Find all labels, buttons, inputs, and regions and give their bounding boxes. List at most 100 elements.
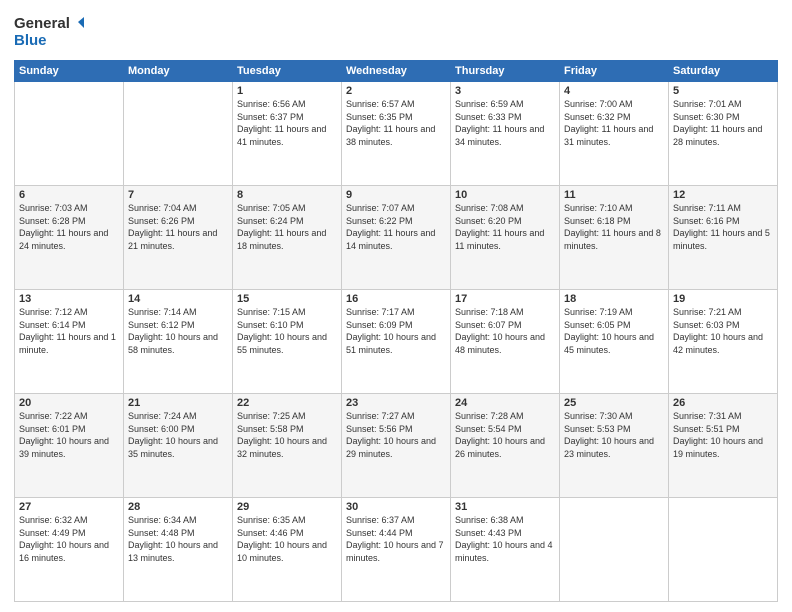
day-number: 4 [564, 85, 664, 97]
day-number: 31 [455, 501, 555, 513]
day-number: 28 [128, 501, 228, 513]
calendar-cell: 14Sunrise: 7:14 AMSunset: 6:12 PMDayligh… [124, 290, 233, 394]
day-info: Sunrise: 6:35 AMSunset: 4:46 PMDaylight:… [237, 514, 337, 564]
calendar-cell: 22Sunrise: 7:25 AMSunset: 5:58 PMDayligh… [233, 394, 342, 498]
day-number: 15 [237, 293, 337, 305]
day-info: Sunrise: 6:32 AMSunset: 4:49 PMDaylight:… [19, 514, 119, 564]
calendar-cell: 9Sunrise: 7:07 AMSunset: 6:22 PMDaylight… [342, 186, 451, 290]
calendar-cell: 5Sunrise: 7:01 AMSunset: 6:30 PMDaylight… [669, 82, 778, 186]
day-info: Sunrise: 7:04 AMSunset: 6:26 PMDaylight:… [128, 202, 228, 252]
day-info: Sunrise: 7:30 AMSunset: 5:53 PMDaylight:… [564, 410, 664, 460]
calendar-table: SundayMondayTuesdayWednesdayThursdayFrid… [14, 60, 778, 602]
logo-svg: General Blue [14, 12, 84, 52]
calendar-cell: 12Sunrise: 7:11 AMSunset: 6:16 PMDayligh… [669, 186, 778, 290]
weekday-header: Monday [124, 61, 233, 82]
calendar-week-row: 27Sunrise: 6:32 AMSunset: 4:49 PMDayligh… [15, 498, 778, 602]
calendar-cell: 3Sunrise: 6:59 AMSunset: 6:33 PMDaylight… [451, 82, 560, 186]
calendar-week-row: 1Sunrise: 6:56 AMSunset: 6:37 PMDaylight… [15, 82, 778, 186]
calendar-week-row: 20Sunrise: 7:22 AMSunset: 6:01 PMDayligh… [15, 394, 778, 498]
day-number: 29 [237, 501, 337, 513]
day-number: 13 [19, 293, 119, 305]
day-info: Sunrise: 7:01 AMSunset: 6:30 PMDaylight:… [673, 98, 773, 148]
day-number: 16 [346, 293, 446, 305]
day-info: Sunrise: 7:07 AMSunset: 6:22 PMDaylight:… [346, 202, 446, 252]
calendar-cell: 29Sunrise: 6:35 AMSunset: 4:46 PMDayligh… [233, 498, 342, 602]
calendar-cell: 20Sunrise: 7:22 AMSunset: 6:01 PMDayligh… [15, 394, 124, 498]
day-info: Sunrise: 6:34 AMSunset: 4:48 PMDaylight:… [128, 514, 228, 564]
calendar-week-row: 6Sunrise: 7:03 AMSunset: 6:28 PMDaylight… [15, 186, 778, 290]
day-info: Sunrise: 7:27 AMSunset: 5:56 PMDaylight:… [346, 410, 446, 460]
day-number: 12 [673, 189, 773, 201]
day-number: 20 [19, 397, 119, 409]
day-number: 30 [346, 501, 446, 513]
day-info: Sunrise: 7:14 AMSunset: 6:12 PMDaylight:… [128, 306, 228, 356]
day-info: Sunrise: 7:25 AMSunset: 5:58 PMDaylight:… [237, 410, 337, 460]
day-number: 10 [455, 189, 555, 201]
day-info: Sunrise: 6:57 AMSunset: 6:35 PMDaylight:… [346, 98, 446, 148]
day-info: Sunrise: 7:21 AMSunset: 6:03 PMDaylight:… [673, 306, 773, 356]
day-info: Sunrise: 7:00 AMSunset: 6:32 PMDaylight:… [564, 98, 664, 148]
calendar-cell: 19Sunrise: 7:21 AMSunset: 6:03 PMDayligh… [669, 290, 778, 394]
weekday-header: Wednesday [342, 61, 451, 82]
day-info: Sunrise: 7:03 AMSunset: 6:28 PMDaylight:… [19, 202, 119, 252]
calendar-cell: 31Sunrise: 6:38 AMSunset: 4:43 PMDayligh… [451, 498, 560, 602]
day-number: 27 [19, 501, 119, 513]
calendar-cell [669, 498, 778, 602]
calendar-cell: 10Sunrise: 7:08 AMSunset: 6:20 PMDayligh… [451, 186, 560, 290]
day-number: 14 [128, 293, 228, 305]
day-info: Sunrise: 7:22 AMSunset: 6:01 PMDaylight:… [19, 410, 119, 460]
calendar-cell: 16Sunrise: 7:17 AMSunset: 6:09 PMDayligh… [342, 290, 451, 394]
day-number: 22 [237, 397, 337, 409]
day-info: Sunrise: 6:38 AMSunset: 4:43 PMDaylight:… [455, 514, 555, 564]
calendar-cell: 2Sunrise: 6:57 AMSunset: 6:35 PMDaylight… [342, 82, 451, 186]
calendar-cell: 13Sunrise: 7:12 AMSunset: 6:14 PMDayligh… [15, 290, 124, 394]
page-container: General Blue SundayMondayTuesdayWednesda… [0, 0, 792, 612]
weekday-header: Friday [560, 61, 669, 82]
calendar-cell: 28Sunrise: 6:34 AMSunset: 4:48 PMDayligh… [124, 498, 233, 602]
day-info: Sunrise: 7:15 AMSunset: 6:10 PMDaylight:… [237, 306, 337, 356]
calendar-week-row: 13Sunrise: 7:12 AMSunset: 6:14 PMDayligh… [15, 290, 778, 394]
calendar-cell: 8Sunrise: 7:05 AMSunset: 6:24 PMDaylight… [233, 186, 342, 290]
day-info: Sunrise: 7:31 AMSunset: 5:51 PMDaylight:… [673, 410, 773, 460]
day-number: 8 [237, 189, 337, 201]
day-info: Sunrise: 7:12 AMSunset: 6:14 PMDaylight:… [19, 306, 119, 356]
svg-text:General: General [14, 15, 70, 32]
day-number: 9 [346, 189, 446, 201]
calendar-cell [15, 82, 124, 186]
day-number: 1 [237, 85, 337, 97]
day-info: Sunrise: 7:28 AMSunset: 5:54 PMDaylight:… [455, 410, 555, 460]
day-info: Sunrise: 7:05 AMSunset: 6:24 PMDaylight:… [237, 202, 337, 252]
day-info: Sunrise: 7:24 AMSunset: 6:00 PMDaylight:… [128, 410, 228, 460]
day-number: 11 [564, 189, 664, 201]
calendar-cell: 17Sunrise: 7:18 AMSunset: 6:07 PMDayligh… [451, 290, 560, 394]
calendar-cell: 26Sunrise: 7:31 AMSunset: 5:51 PMDayligh… [669, 394, 778, 498]
logo: General Blue [14, 12, 84, 52]
day-number: 5 [673, 85, 773, 97]
calendar-cell: 6Sunrise: 7:03 AMSunset: 6:28 PMDaylight… [15, 186, 124, 290]
calendar-cell: 24Sunrise: 7:28 AMSunset: 5:54 PMDayligh… [451, 394, 560, 498]
weekday-header: Saturday [669, 61, 778, 82]
svg-text:Blue: Blue [14, 32, 47, 49]
calendar-cell: 15Sunrise: 7:15 AMSunset: 6:10 PMDayligh… [233, 290, 342, 394]
day-info: Sunrise: 6:59 AMSunset: 6:33 PMDaylight:… [455, 98, 555, 148]
calendar-cell: 25Sunrise: 7:30 AMSunset: 5:53 PMDayligh… [560, 394, 669, 498]
calendar-cell: 11Sunrise: 7:10 AMSunset: 6:18 PMDayligh… [560, 186, 669, 290]
calendar-cell: 23Sunrise: 7:27 AMSunset: 5:56 PMDayligh… [342, 394, 451, 498]
day-number: 18 [564, 293, 664, 305]
calendar-cell [124, 82, 233, 186]
day-number: 24 [455, 397, 555, 409]
day-number: 25 [564, 397, 664, 409]
day-number: 19 [673, 293, 773, 305]
calendar-cell: 18Sunrise: 7:19 AMSunset: 6:05 PMDayligh… [560, 290, 669, 394]
calendar-cell: 4Sunrise: 7:00 AMSunset: 6:32 PMDaylight… [560, 82, 669, 186]
weekday-header: Tuesday [233, 61, 342, 82]
day-number: 7 [128, 189, 228, 201]
calendar-header-row: SundayMondayTuesdayWednesdayThursdayFrid… [15, 61, 778, 82]
day-info: Sunrise: 7:19 AMSunset: 6:05 PMDaylight:… [564, 306, 664, 356]
day-number: 26 [673, 397, 773, 409]
day-number: 3 [455, 85, 555, 97]
day-info: Sunrise: 6:56 AMSunset: 6:37 PMDaylight:… [237, 98, 337, 148]
day-number: 17 [455, 293, 555, 305]
day-number: 6 [19, 189, 119, 201]
calendar-cell: 21Sunrise: 7:24 AMSunset: 6:00 PMDayligh… [124, 394, 233, 498]
